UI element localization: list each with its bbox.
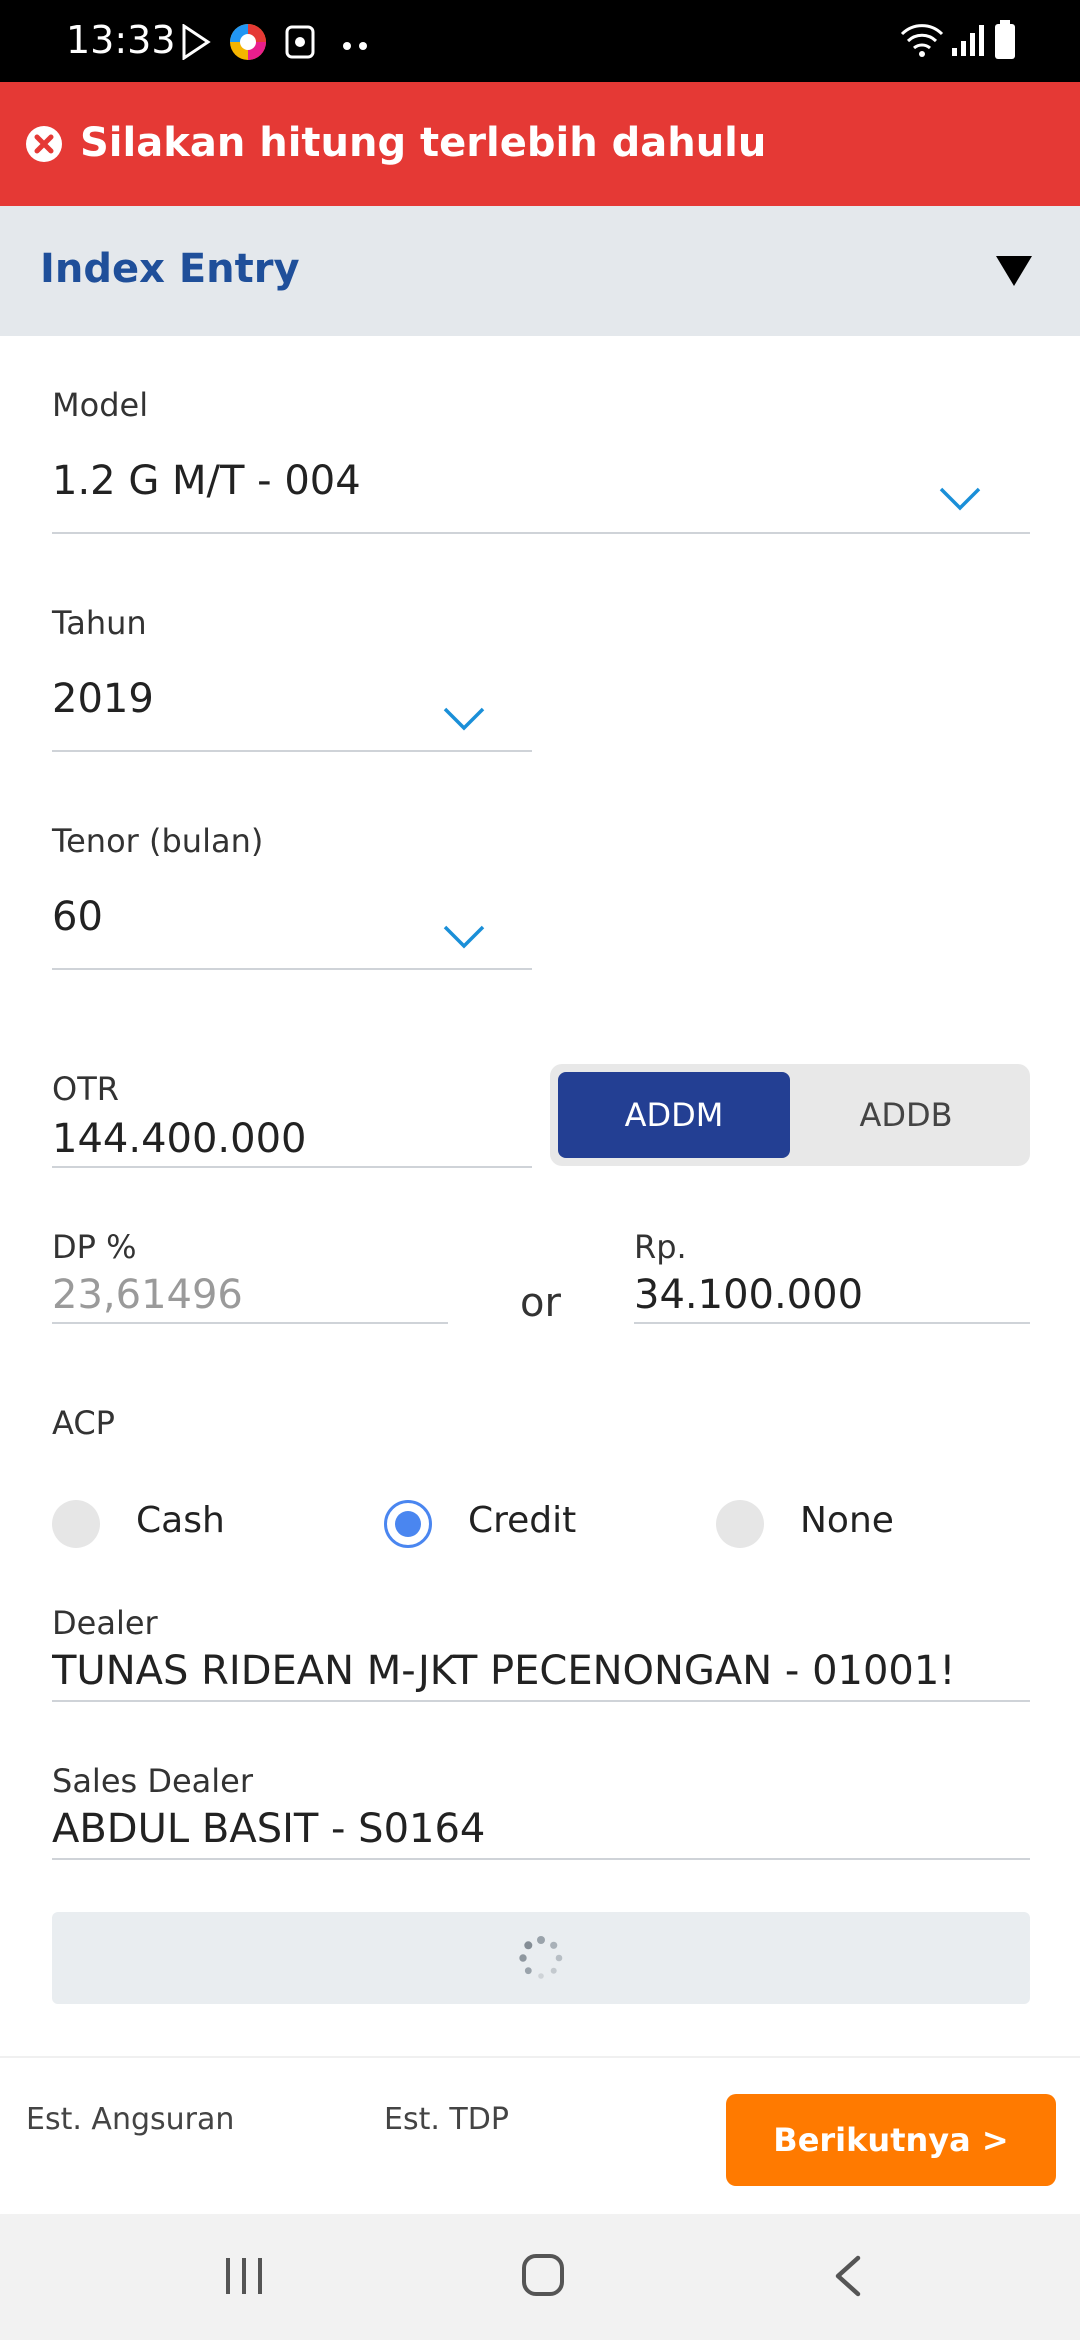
none-label: None: [800, 1500, 894, 1541]
recent-apps-icon[interactable]: [222, 2254, 266, 2302]
sales-dealer-label: Sales Dealer: [52, 1762, 254, 1800]
credit-radio[interactable]: [384, 1500, 432, 1548]
tenor-dropdown[interactable]: 60: [52, 876, 532, 972]
radio-selected-dot: [395, 1511, 421, 1537]
chevron-down-icon: [442, 924, 486, 954]
tahun-label: Tahun: [52, 604, 147, 642]
dealer-label: Dealer: [52, 1604, 158, 1642]
wifi-icon: [900, 22, 944, 62]
sales-dealer-underline: [52, 1858, 1030, 1860]
home-icon[interactable]: [520, 2252, 566, 2302]
est-tdp-label: Est. TDP: [384, 2102, 509, 2137]
chevron-down-icon: [442, 706, 486, 736]
dp-percent-input[interactable]: 23,61496: [52, 1272, 243, 1318]
sales-dealer-input[interactable]: ABDUL BASIT - S0164: [52, 1806, 485, 1852]
cash-label: Cash: [136, 1500, 225, 1541]
addm-button[interactable]: ADDM: [558, 1072, 790, 1158]
none-radio[interactable]: [716, 1500, 764, 1548]
more-dots-icon: [342, 36, 370, 55]
model-label: Model: [52, 386, 149, 424]
dp-percent-underline: [52, 1322, 448, 1324]
section-header-index-entry[interactable]: Index Entry: [0, 206, 1080, 336]
collapse-triangle-icon[interactable]: [994, 254, 1034, 292]
chevron-down-icon: [938, 486, 982, 516]
model-underline: [52, 532, 1030, 534]
signal-icon: [950, 22, 986, 62]
error-banner: Silakan hitung terlebih dahulu: [0, 82, 1080, 206]
acp-label: ACP: [52, 1404, 115, 1442]
system-navigation-bar: [0, 2214, 1080, 2340]
otr-input[interactable]: 144.400.000: [52, 1116, 306, 1162]
tenor-value: 60: [52, 894, 103, 940]
status-time: 13:33: [66, 18, 176, 62]
back-icon[interactable]: [830, 2254, 866, 2302]
dp-percent-label: DP %: [52, 1228, 137, 1266]
screen: 13:33 Silakan hitung terlebih dahulu Ind…: [0, 0, 1080, 2340]
model-value: 1.2 G M/T - 004: [52, 458, 361, 504]
play-store-icon: [180, 23, 212, 64]
tahun-value: 2019: [52, 676, 154, 722]
tahun-underline: [52, 750, 532, 752]
error-circle-icon: [24, 124, 64, 168]
calculate-loading-bar[interactable]: [52, 1912, 1030, 2004]
battery-icon: [994, 20, 1016, 64]
est-angsuran-label: Est. Angsuran: [26, 2102, 235, 2137]
acp-option-none[interactable]: None: [716, 1496, 976, 1552]
dp-rp-underline: [634, 1322, 1030, 1324]
acp-option-credit[interactable]: Credit: [384, 1496, 644, 1552]
tenor-label: Tenor (bulan): [52, 822, 264, 860]
bottom-summary-bar: Est. Angsuran Est. TDP Berikutnya >: [0, 2056, 1080, 2214]
acp-option-cash[interactable]: Cash: [52, 1496, 312, 1552]
tahun-dropdown[interactable]: 2019: [52, 658, 532, 754]
otr-label: OTR: [52, 1070, 119, 1108]
or-text: or: [520, 1280, 561, 1326]
section-title: Index Entry: [40, 246, 300, 292]
otr-underline: [52, 1166, 532, 1168]
cash-radio[interactable]: [52, 1500, 100, 1548]
credit-label: Credit: [468, 1500, 577, 1541]
addb-button[interactable]: ADDB: [790, 1072, 1022, 1158]
next-button[interactable]: Berikutnya >: [726, 2094, 1056, 2186]
status-bar: 13:33: [0, 0, 1080, 82]
dp-rp-input[interactable]: 34.100.000: [634, 1272, 863, 1318]
dealer-input[interactable]: TUNAS RIDEAN M-JKT PECENONGAN - 01001!: [52, 1648, 978, 1694]
model-dropdown[interactable]: 1.2 G M/T - 004: [52, 440, 1030, 536]
tenor-underline: [52, 968, 532, 970]
app-icon: [228, 22, 268, 66]
addm-addb-toggle: ADDM ADDB: [550, 1064, 1030, 1166]
dp-rp-label: Rp.: [634, 1228, 687, 1266]
screen-record-icon: [284, 24, 316, 64]
dealer-underline: [52, 1700, 1030, 1702]
error-message: Silakan hitung terlebih dahulu: [80, 120, 767, 166]
loading-spinner-icon: [517, 1934, 565, 1986]
